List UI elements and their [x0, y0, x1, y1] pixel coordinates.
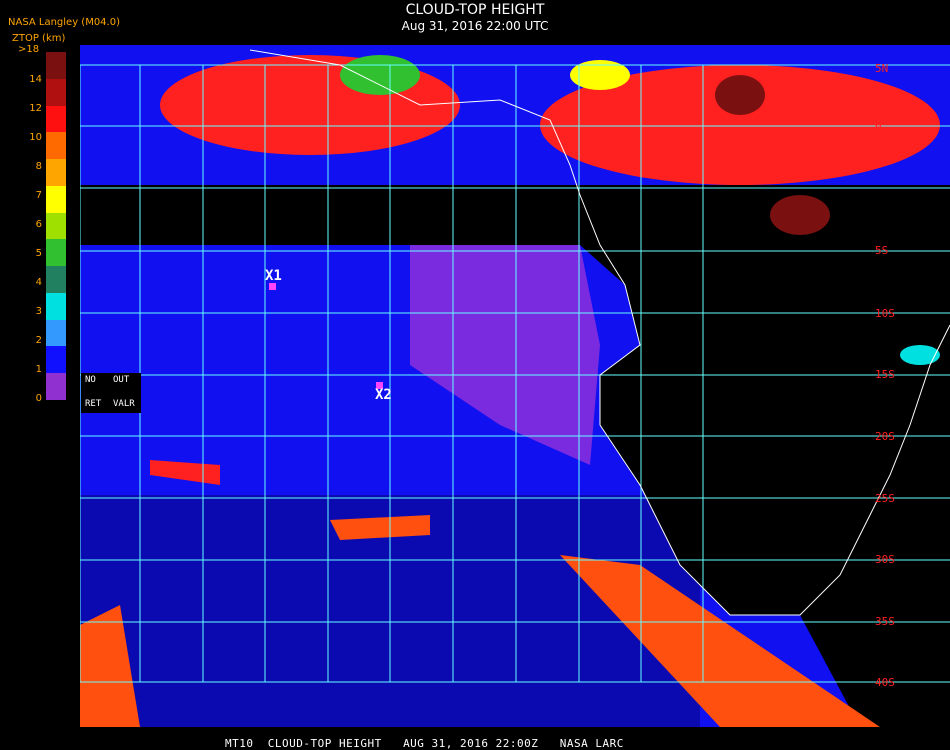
legend-color-block: [46, 212, 66, 240]
lat-label: 5S: [875, 244, 889, 257]
units-label: ZTOP (km): [12, 33, 66, 44]
marker-x2: X2: [375, 387, 392, 403]
cloud-core-2: [770, 195, 830, 235]
lat-label: 0: [875, 121, 882, 134]
legend-label: 10: [29, 132, 42, 143]
lat-label: 25S: [875, 492, 895, 505]
legend-color-block: [46, 319, 66, 347]
status-valr: VALR: [113, 399, 135, 409]
legend-color-block: [46, 373, 66, 400]
legend-label: 7: [35, 190, 42, 201]
legend-color-block: [46, 266, 66, 293]
legend-label: 4: [35, 277, 42, 288]
legend-color-block: [46, 159, 66, 186]
legend-label: 6: [35, 219, 42, 230]
status-ret: RET: [85, 399, 102, 409]
lat-label: 40S: [875, 676, 895, 689]
lat-label: 35S: [875, 615, 895, 628]
legend-color-block: [46, 346, 66, 374]
legend-color-block: [46, 52, 66, 79]
legend-label: 12: [29, 103, 42, 114]
legend-top-label: >18: [18, 44, 40, 55]
legend-label: 0: [35, 393, 42, 404]
page-title: CLOUD-TOP HEIGHT: [405, 2, 545, 18]
legend-label: 14: [29, 74, 42, 85]
marker-x1: X1: [265, 268, 282, 284]
satellite-map: [80, 45, 950, 727]
legend-color-block: [46, 78, 66, 106]
status-no: NO: [85, 375, 96, 385]
color-legend: [46, 52, 66, 400]
cloud-cyan: [900, 345, 940, 365]
footer-caption: MT10 CLOUD-TOP HEIGHT AUG 31, 2016 22:00…: [225, 737, 624, 750]
legend-label: 8: [35, 161, 42, 172]
lat-label: 30S: [875, 553, 895, 566]
datetime-subtitle: Aug 31, 2016 22:00 UTC: [401, 19, 549, 33]
lat-label: 20S: [875, 430, 895, 443]
lat-label: 10S: [875, 307, 895, 320]
legend-label: 5: [35, 248, 42, 259]
cloud-green: [340, 55, 420, 95]
legend-color-block: [46, 105, 66, 133]
lat-label: 15S: [875, 368, 895, 381]
legend-label: 2: [35, 335, 42, 346]
cloud-core: [715, 75, 765, 115]
legend-color-block: [46, 185, 66, 213]
dark-band-north: [80, 185, 600, 245]
legend-label: 1: [35, 364, 42, 375]
status-panel: NO OUT RET VALR: [81, 373, 141, 413]
lat-label: 5N: [875, 62, 889, 75]
marker-x1-dot: [269, 283, 276, 290]
legend-color-block: [46, 239, 66, 267]
legend-label: 3: [35, 306, 42, 317]
legend-color-block: [46, 292, 66, 320]
status-out: OUT: [113, 375, 130, 385]
legend-color-block: [46, 132, 66, 160]
